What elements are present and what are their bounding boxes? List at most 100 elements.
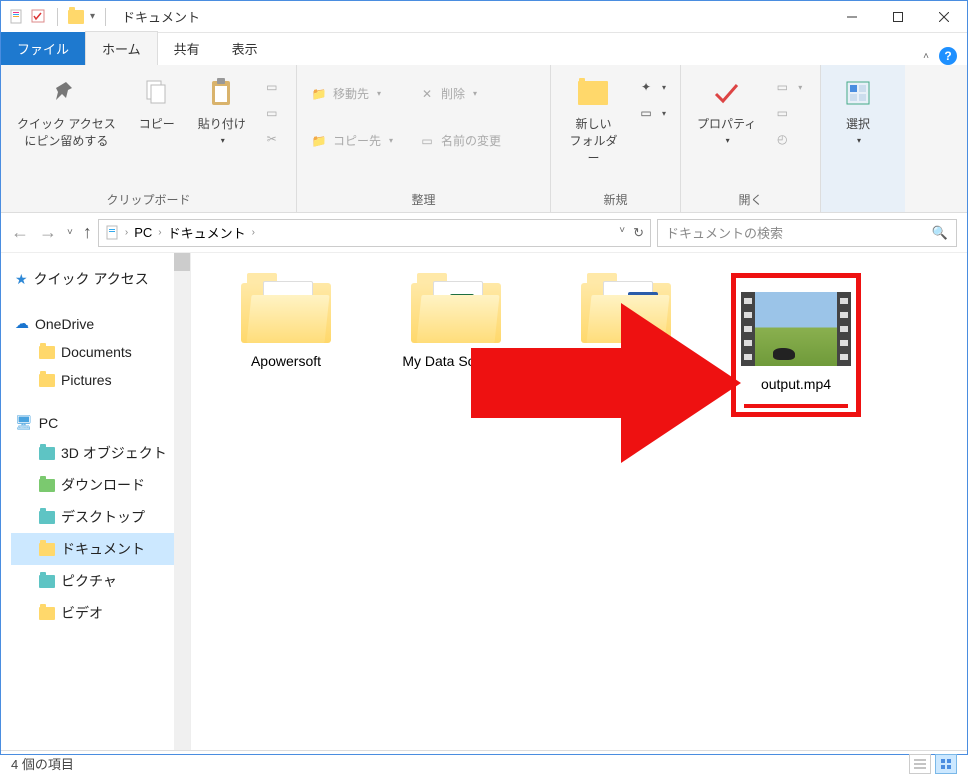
qat-dropdown-icon[interactable]: ▾ xyxy=(90,11,95,22)
delete-icon: ✕ xyxy=(419,86,435,102)
sidebar-pictures[interactable]: ピクチャ xyxy=(11,565,186,597)
navigation-pane: ★クイック アクセス ☁OneDrive Documents Pictures … xyxy=(1,253,191,750)
copyto-icon: 📁 xyxy=(311,133,327,149)
folder-icon xyxy=(39,511,55,524)
edit-button[interactable]: ▭ xyxy=(768,101,808,125)
navigation-bar: ← → ˅ ↑ › PC › ドキュメント › ˅ ↻ ドキュメントの検索 🔍 xyxy=(1,213,967,253)
crumb-pc[interactable]: PC xyxy=(132,225,154,240)
sidebar-3d-objects[interactable]: 3D オブジェクト xyxy=(11,437,186,469)
checkmark-icon xyxy=(712,78,742,108)
recent-dropdown-icon[interactable]: ˅ xyxy=(67,227,73,238)
tab-view[interactable]: 表示 xyxy=(216,32,274,65)
icons-view-button[interactable] xyxy=(935,754,957,774)
address-bar[interactable]: › PC › ドキュメント › ˅ ↻ xyxy=(98,219,651,247)
folder-icon xyxy=(39,479,55,492)
delete-button[interactable]: ✕ 削除▾ xyxy=(413,81,507,106)
details-view-button[interactable] xyxy=(909,754,931,774)
path-icon: ▭ xyxy=(264,79,280,95)
file-list[interactable]: Apowersoft My Data Sources output.mp4 xyxy=(191,253,967,750)
close-button[interactable] xyxy=(921,2,967,32)
refresh-button[interactable]: ↻ xyxy=(633,225,644,241)
status-bar: 4 個の項目 xyxy=(1,750,967,776)
address-dropdown-icon[interactable]: ˅ xyxy=(619,225,625,241)
new-folder-button[interactable]: 新しい フォルダー xyxy=(559,71,628,170)
sidebar-downloads[interactable]: ダウンロード xyxy=(11,469,186,501)
copy-button[interactable]: コピー xyxy=(128,71,186,136)
folder-icon xyxy=(39,346,55,359)
title-bar: ▾ ドキュメント xyxy=(1,1,967,33)
paste-shortcut-button[interactable]: ▭ xyxy=(258,101,286,125)
folder-item-3[interactable] xyxy=(561,273,691,353)
back-button[interactable]: ← xyxy=(11,222,29,243)
ribbon-tabs: ファイル ホーム 共有 表示 ˄ ? xyxy=(1,33,967,65)
sidebar-desktop[interactable]: デスクトップ xyxy=(11,501,186,533)
up-button[interactable]: ↑ xyxy=(83,222,92,243)
copy-icon xyxy=(143,79,171,107)
help-icon[interactable]: ? xyxy=(939,47,957,65)
sidebar-onedrive[interactable]: ☁OneDrive xyxy=(11,309,186,338)
group-new-label: 新規 xyxy=(559,189,672,210)
group-select-label xyxy=(829,206,897,210)
folder-icon xyxy=(68,10,84,24)
sidebar-onedrive-pictures[interactable]: Pictures xyxy=(11,366,186,394)
scissors-icon: ✂ xyxy=(264,131,280,147)
file-item-output-mp4[interactable]: output.mp4 xyxy=(731,273,861,417)
folder-icon xyxy=(39,607,55,620)
cloud-icon: ☁ xyxy=(15,315,29,332)
sidebar-onedrive-documents[interactable]: Documents xyxy=(11,338,186,366)
rename-icon: ▭ xyxy=(419,133,435,149)
forward-button[interactable]: → xyxy=(39,222,57,243)
cut-button[interactable]: ✂ xyxy=(258,127,286,151)
group-clipboard-label: クリップボード xyxy=(9,189,288,210)
pc-icon: 🖥 xyxy=(15,414,33,431)
copy-path-button[interactable]: ▭ xyxy=(258,75,286,99)
easy-icon: ▭ xyxy=(638,105,654,121)
shortcut-icon: ▭ xyxy=(264,105,280,121)
move-to-button[interactable]: 📁 移動先▾ xyxy=(305,81,399,106)
open-button[interactable]: ▭▾ xyxy=(768,75,808,99)
new-folder-icon xyxy=(578,81,608,105)
sidebar-scrollbar[interactable] xyxy=(174,253,190,750)
sidebar-videos[interactable]: ビデオ xyxy=(11,597,186,629)
select-button[interactable]: 選択 ▾ xyxy=(829,71,887,149)
ribbon-collapse-icon[interactable]: ˄ xyxy=(923,51,929,62)
new-item-button[interactable]: ✦▾ xyxy=(632,75,672,99)
edit-icon: ▭ xyxy=(774,105,790,121)
copy-to-button[interactable]: 📁 コピー先▾ xyxy=(305,128,399,153)
sidebar-documents[interactable]: ドキュメント xyxy=(11,533,186,565)
folder-icon xyxy=(411,273,501,343)
pin-icon xyxy=(52,79,80,107)
history-button[interactable]: ◴ xyxy=(768,127,808,151)
sidebar-pc[interactable]: 🖥PC xyxy=(11,408,186,437)
tab-file[interactable]: ファイル xyxy=(1,32,85,65)
tab-share[interactable]: 共有 xyxy=(158,32,216,65)
file-qat-icon[interactable] xyxy=(9,9,25,25)
paste-button[interactable]: 貼り付け ▾ xyxy=(190,71,254,149)
group-open-label: 開く xyxy=(689,189,812,210)
rename-button[interactable]: ▭ 名前の変更 xyxy=(413,128,507,153)
tab-home[interactable]: ホーム xyxy=(85,31,158,65)
search-icon: 🔍 xyxy=(932,225,948,241)
folder-item-apowersoft[interactable]: Apowersoft xyxy=(221,273,351,369)
folder-icon xyxy=(39,447,55,460)
pin-to-quick-access-button[interactable]: クイック アクセス にピン留めする xyxy=(9,71,124,153)
group-organize-label: 整理 xyxy=(305,189,542,210)
maximize-button[interactable] xyxy=(875,2,921,32)
easy-access-button[interactable]: ▭▾ xyxy=(632,101,672,125)
select-icon xyxy=(845,80,871,106)
annotation-underline xyxy=(744,404,848,408)
minimize-button[interactable] xyxy=(829,2,875,32)
paste-icon xyxy=(208,77,236,109)
document-location-icon xyxy=(105,225,121,241)
folder-icon xyxy=(39,575,55,588)
folder-icon xyxy=(39,543,55,556)
properties-button[interactable]: プロパティ ▾ xyxy=(689,71,764,149)
history-icon: ◴ xyxy=(774,131,790,147)
folder-item-mydatasources[interactable]: My Data Sources xyxy=(391,273,521,369)
properties-qat-icon[interactable] xyxy=(31,9,47,25)
search-input[interactable]: ドキュメントの検索 🔍 xyxy=(657,219,957,247)
crumb-documents[interactable]: ドキュメント xyxy=(166,223,248,242)
sidebar-quick-access[interactable]: ★クイック アクセス xyxy=(11,263,186,295)
folder-icon xyxy=(241,273,331,343)
folder-icon xyxy=(39,374,55,387)
